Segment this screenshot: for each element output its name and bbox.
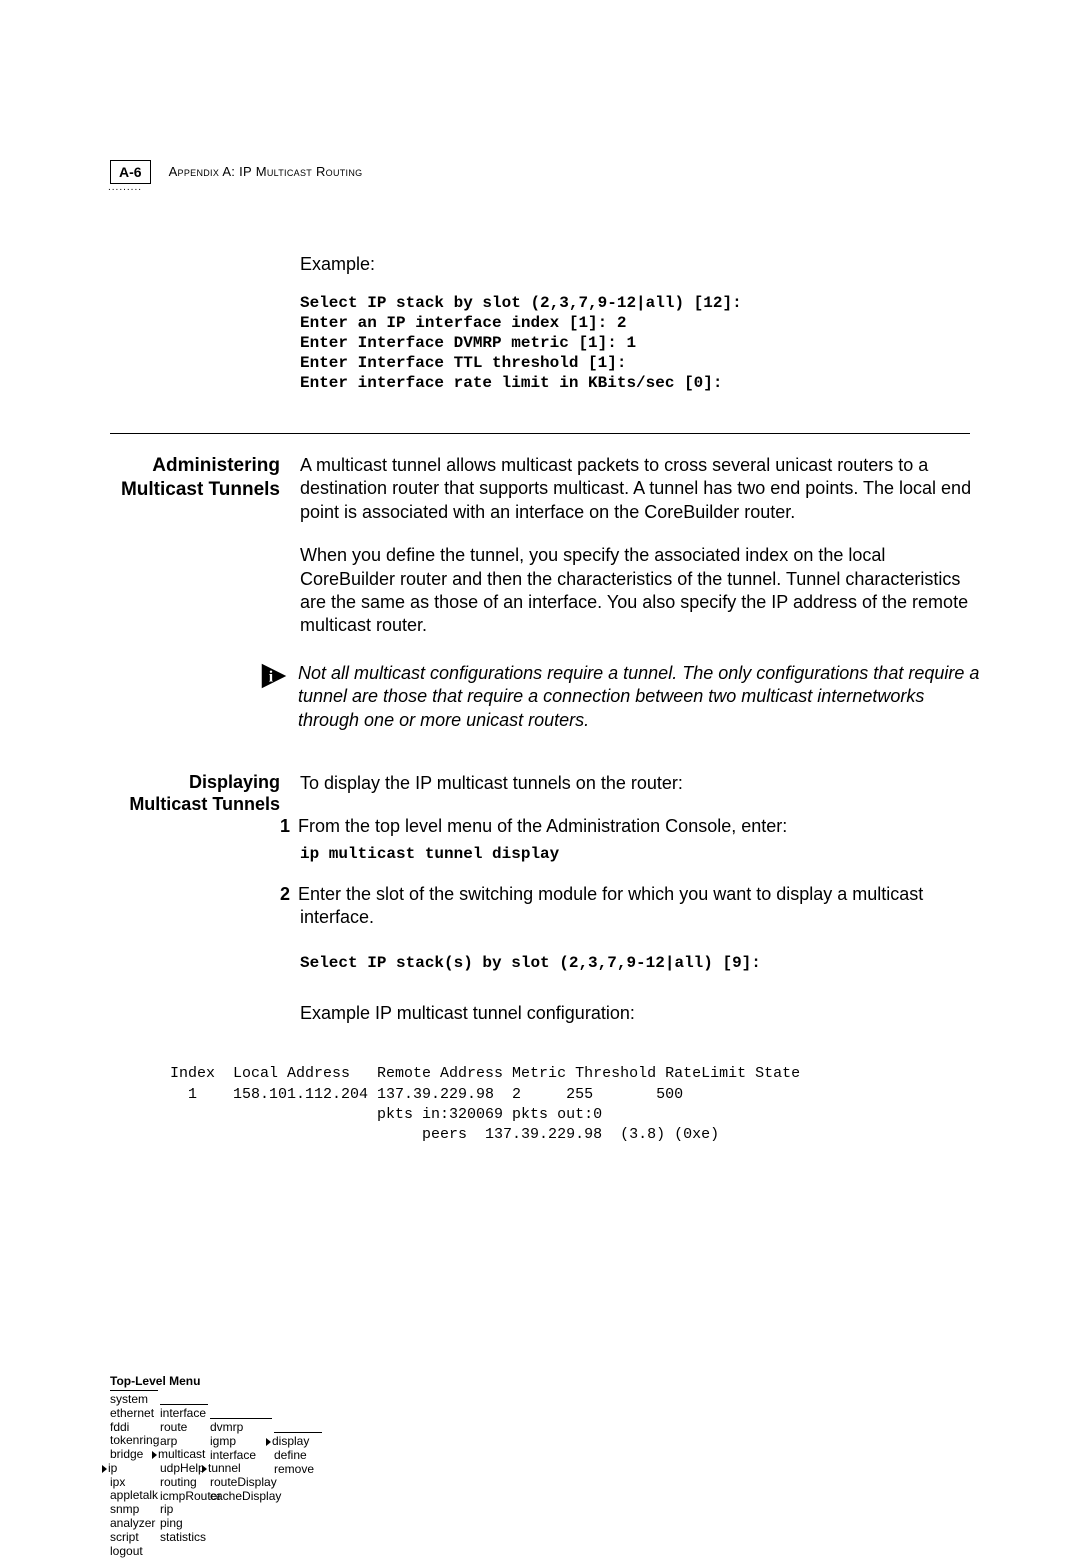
menu-item: appletalk [110, 1489, 158, 1503]
menu-item: multicast [152, 1448, 208, 1462]
arrow-right-icon [152, 1451, 157, 1459]
step-2-body: Enter the slot of the switching module f… [298, 884, 923, 927]
menu-item: interface [210, 1449, 272, 1463]
menu-item: snmp [110, 1503, 158, 1517]
menu-item: route [160, 1421, 208, 1435]
svg-text:i: i [269, 668, 274, 685]
tunnel-config-output: Index Local Address Remote Address Metri… [170, 1064, 990, 1145]
example-config-label: Example IP multicast tunnel configuratio… [300, 1003, 980, 1024]
example-terminal: Select IP stack by slot (2,3,7,9-12|all)… [300, 293, 980, 393]
page-number: A-6 [110, 160, 151, 184]
menu-item: system [110, 1393, 158, 1407]
info-note-text: Not all multicast configurations require… [298, 662, 980, 732]
menu-item: ip [102, 1462, 158, 1476]
divider [110, 433, 970, 434]
menu-item: statistics [160, 1531, 208, 1545]
info-icon: i [260, 662, 288, 690]
menu-title: Top-Level Menu [110, 1374, 370, 1388]
example-label: Example: [300, 254, 980, 275]
menu-item: tunnel [202, 1462, 272, 1476]
step-number: 2 [274, 883, 290, 906]
intro-text: To display the IP multicast tunnels on t… [300, 772, 980, 795]
menu-item: script [110, 1531, 158, 1545]
step-number: 1 [274, 815, 290, 838]
menu-item: interface [160, 1407, 208, 1421]
decorative-dots: ......... [108, 182, 142, 193]
menu-item: dvmrp [210, 1421, 272, 1435]
menu-item: analyzer [110, 1517, 158, 1531]
menu-item: bridge [110, 1448, 158, 1462]
menu-item: igmp [210, 1435, 272, 1449]
step-1-text: 1From the top level menu of the Administ… [300, 815, 980, 838]
menu-item: define [274, 1449, 322, 1463]
menu-item: routeDisplay [210, 1476, 272, 1490]
menu-item: display [266, 1435, 322, 1449]
prompt-terminal: Select IP stack(s) by slot (2,3,7,9-12|a… [300, 953, 980, 973]
arrow-right-icon [102, 1465, 107, 1473]
menu-item: arp [160, 1435, 208, 1449]
menu-item: udpHelp [160, 1462, 208, 1476]
menu-item: rip [160, 1503, 208, 1517]
section-heading-display-tunnels: Displaying Multicast Tunnels [110, 772, 280, 815]
step-1-body: From the top level menu of the Administr… [298, 816, 787, 836]
menu-item: logout [110, 1545, 158, 1558]
body-paragraph: A multicast tunnel allows multicast pack… [300, 454, 980, 524]
appendix-title: Appendix A: IP Multicast Routing [169, 160, 363, 179]
menu-item: cacheDisplay [210, 1490, 272, 1504]
menu-item: routing [160, 1476, 208, 1490]
menu-item: icmpRouter [160, 1490, 208, 1504]
command-text: ip multicast tunnel display [300, 845, 980, 863]
body-paragraph: When you define the tunnel, you specify … [300, 544, 980, 638]
menu-item: ipx [110, 1476, 158, 1490]
arrow-right-icon [202, 1465, 207, 1473]
arrow-right-icon [266, 1438, 271, 1446]
menu-item: fddi [110, 1421, 158, 1435]
top-level-menu-diagram: Top-Level Menu systemethernetfdditokenri… [110, 1374, 370, 1558]
menu-item: tokenring [110, 1434, 158, 1448]
menu-item: remove [274, 1463, 322, 1477]
section-heading-admin-tunnels: Administering Multicast Tunnels [110, 454, 280, 502]
step-2-text: 2Enter the slot of the switching module … [300, 883, 980, 930]
menu-item: ethernet [110, 1407, 158, 1421]
menu-item: ping [160, 1517, 208, 1531]
